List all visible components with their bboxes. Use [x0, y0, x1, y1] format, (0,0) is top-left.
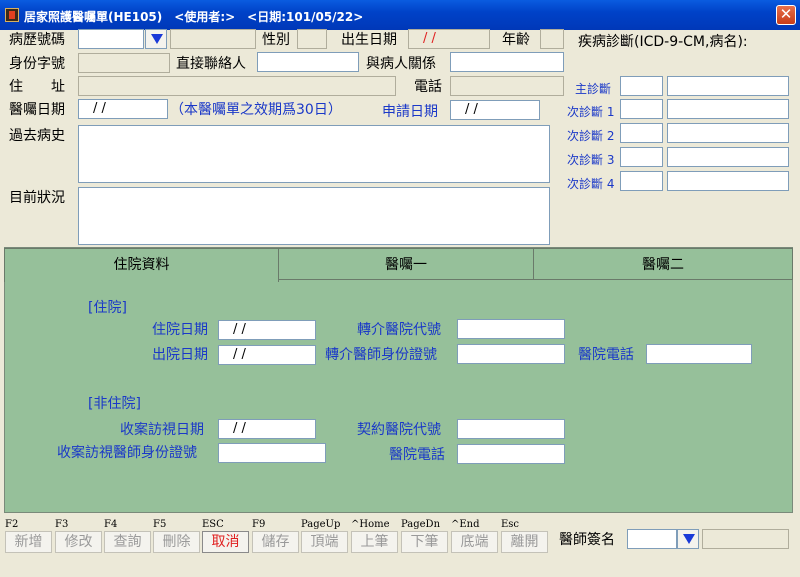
doctor-sign-dropdown-icon[interactable] — [677, 529, 699, 549]
fkey-home: ^Home — [351, 519, 390, 530]
app-icon — [5, 8, 19, 22]
tab-inpatient[interactable]: 住院資料 — [4, 248, 279, 282]
sub-diagnosis-3-code[interactable] — [620, 147, 663, 167]
visit-date-label: 收案訪視日期 — [120, 422, 204, 438]
address-display — [78, 76, 396, 96]
sub-diagnosis-2-name[interactable] — [667, 123, 789, 143]
edit-button[interactable]: 修改 — [55, 531, 102, 553]
record-no-input[interactable] — [78, 29, 144, 49]
title-bar: 居家照護醫囑單(HE105) <使用者:> <日期:101/05/22> ✕ — [0, 0, 800, 30]
last-record-button[interactable]: 底端 — [451, 531, 498, 553]
visit-doctor-input[interactable] — [218, 443, 326, 463]
apply-date-input[interactable]: / / — [450, 100, 540, 120]
record-no-label: 病歷號碼 — [9, 32, 65, 48]
record-no-dropdown-icon[interactable] — [145, 29, 167, 49]
birth-date-label: 出生日期 — [341, 32, 397, 48]
tab-panel — [4, 247, 793, 513]
outpatient-section-title: [非住院] — [88, 396, 141, 412]
contract-hospital-input[interactable] — [457, 419, 565, 439]
fkey-end: ^End — [451, 519, 480, 530]
referral-doctor-input[interactable] — [457, 344, 565, 364]
sub-diagnosis-1-label: 次診斷 1 — [567, 105, 615, 119]
birth-date-display: / / — [408, 29, 490, 49]
main-diagnosis-code[interactable] — [620, 76, 663, 96]
close-button[interactable]: ✕ — [776, 5, 796, 25]
relation-label: 與病人關係 — [366, 56, 436, 72]
admit-date-input[interactable]: / / — [218, 320, 316, 340]
fkey-exit: Esc — [501, 519, 520, 530]
visit-doctor-label: 收案訪視醫師身份證號 — [57, 445, 197, 461]
admit-date-label: 住院日期 — [152, 322, 208, 338]
inpatient-hospital-phone-input[interactable] — [646, 344, 752, 364]
sub-diagnosis-3-label: 次診斷 3 — [567, 153, 615, 167]
sub-diagnosis-1-name[interactable] — [667, 99, 789, 119]
age-label: 年齡 — [502, 32, 530, 48]
delete-button[interactable]: 刪除 — [153, 531, 200, 553]
relation-input[interactable] — [450, 52, 564, 72]
sub-diagnosis-2-code[interactable] — [620, 123, 663, 143]
fkey-pagedn: PageDn — [401, 519, 441, 530]
fkey-f3: F3 — [55, 519, 69, 530]
history-label: 過去病史 — [9, 128, 65, 144]
first-record-button[interactable]: 頂端 — [301, 531, 348, 553]
phone-display — [450, 76, 564, 96]
gender-label: 性別 — [262, 32, 290, 48]
window-title: 居家照護醫囑單(HE105) <使用者:> <日期:101/05/22> — [24, 10, 364, 24]
query-button[interactable]: 查詢 — [104, 531, 151, 553]
discharge-date-label: 出院日期 — [152, 347, 208, 363]
contract-hospital-label: 契約醫院代號 — [357, 422, 441, 438]
cancel-button[interactable]: 取消 — [202, 531, 249, 553]
next-record-button[interactable]: 下筆 — [401, 531, 448, 553]
sub-diagnosis-4-name[interactable] — [667, 171, 789, 191]
contact-label: 直接聯絡人 — [176, 56, 246, 72]
fkey-pageup: PageUp — [301, 519, 341, 530]
fkey-f4: F4 — [104, 519, 118, 530]
age-display — [540, 29, 564, 49]
diagnosis-title: 疾病診斷(ICD-9-CM,病名): — [578, 34, 748, 50]
name-display — [170, 29, 256, 49]
status-label: 目前狀況 — [9, 190, 65, 206]
apply-date-label: 申請日期 — [382, 104, 438, 120]
id-display — [78, 53, 170, 73]
id-label: 身份字號 — [9, 56, 65, 72]
add-button[interactable]: 新增 — [5, 531, 52, 553]
sub-diagnosis-1-code[interactable] — [620, 99, 663, 119]
order-date-label: 醫囑日期 — [9, 102, 65, 118]
status-textarea[interactable] — [78, 187, 550, 245]
referral-hospital-input[interactable] — [457, 319, 565, 339]
referral-hospital-label: 轉介醫院代號 — [357, 322, 441, 338]
order-date-input[interactable]: / / — [78, 99, 168, 119]
validity-note: （本醫囑單之效期爲30日） — [170, 102, 342, 118]
inpatient-hospital-phone-label: 醫院電話 — [578, 347, 634, 363]
exit-button[interactable]: 離開 — [501, 531, 548, 553]
outpatient-hospital-phone-label: 醫院電話 — [389, 447, 445, 463]
referral-doctor-label: 轉介醫師身份證號 — [325, 347, 437, 363]
doctor-sign-label: 醫師簽名 — [559, 532, 615, 548]
sub-diagnosis-3-name[interactable] — [667, 147, 789, 167]
main-diagnosis-name[interactable] — [667, 76, 789, 96]
fkey-f5: F5 — [153, 519, 167, 530]
doctor-sign-input[interactable] — [627, 529, 677, 549]
sub-diagnosis-4-label: 次診斷 4 — [567, 177, 615, 191]
doctor-name-display — [702, 529, 789, 549]
tab-order-2[interactable]: 醫囑二 — [533, 248, 793, 280]
discharge-date-input[interactable]: / / — [218, 345, 316, 365]
inpatient-section-title: [住院] — [88, 300, 127, 316]
history-textarea[interactable] — [78, 125, 550, 183]
sub-diagnosis-2-label: 次診斷 2 — [567, 129, 615, 143]
visit-date-input[interactable]: / / — [218, 419, 316, 439]
address-label: 住 址 — [9, 79, 65, 95]
save-button[interactable]: 儲存 — [252, 531, 299, 553]
prev-record-button[interactable]: 上筆 — [351, 531, 398, 553]
sub-diagnosis-4-code[interactable] — [620, 171, 663, 191]
fkey-f2: F2 — [5, 519, 19, 530]
tab-order-1[interactable]: 醫囑一 — [278, 248, 534, 280]
outpatient-hospital-phone-input[interactable] — [457, 444, 565, 464]
fkey-esc: ESC — [202, 519, 224, 530]
gender-display — [297, 29, 327, 49]
main-diagnosis-label: 主診斷 — [575, 82, 612, 96]
phone-label: 電話 — [414, 79, 442, 95]
fkey-f9: F9 — [252, 519, 266, 530]
contact-input[interactable] — [257, 52, 359, 72]
